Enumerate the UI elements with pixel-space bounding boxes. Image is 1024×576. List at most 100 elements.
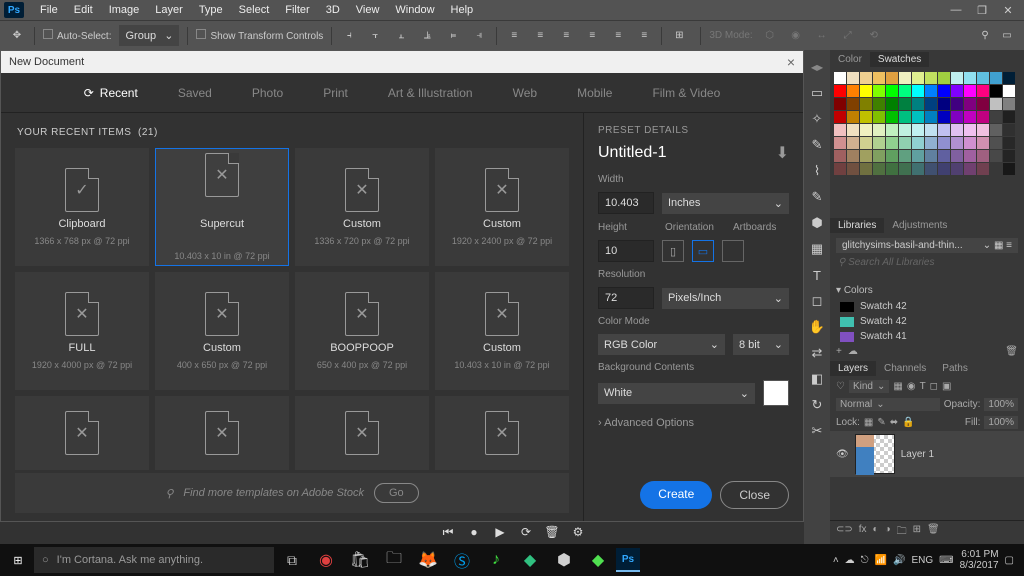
swatch[interactable]: [1003, 150, 1015, 162]
swatch[interactable]: [977, 85, 989, 97]
swatch[interactable]: [886, 98, 898, 110]
swatches-panel[interactable]: [830, 68, 1024, 216]
lasso-icon[interactable]: ⌇: [808, 162, 826, 180]
resolution-input[interactable]: 72: [598, 287, 654, 309]
swatch[interactable]: [873, 150, 885, 162]
save-preset-icon[interactable]: ⬇: [776, 143, 789, 163]
layer-row[interactable]: 👁 Layer 1: [830, 431, 1024, 477]
swatch[interactable]: [847, 137, 859, 149]
close-button[interactable]: ✕: [996, 2, 1020, 18]
swatch[interactable]: [990, 72, 1002, 84]
swatch[interactable]: [860, 85, 872, 97]
preset-card[interactable]: ✕Custom400 x 650 px @ 72 ppi: [155, 272, 289, 390]
library-swatch[interactable]: Swatch 41: [830, 329, 1024, 344]
swatch[interactable]: [860, 98, 872, 110]
swatch[interactable]: [834, 72, 846, 84]
swatch[interactable]: [847, 72, 859, 84]
swatch[interactable]: [873, 163, 885, 175]
distribute-icon[interactable]: ≡: [609, 27, 627, 45]
taskbar-app[interactable]: ◉: [310, 546, 342, 574]
preset-card[interactable]: ✕FULL1920 x 4000 px @ 72 ppi: [15, 272, 149, 390]
filter-kind-dropdown[interactable]: Kind ⌄: [849, 380, 889, 393]
create-button[interactable]: Create: [640, 481, 712, 509]
3d-icon[interactable]: ⤢: [839, 27, 857, 45]
align-icon[interactable]: ⫣: [470, 27, 488, 45]
swatch[interactable]: [847, 85, 859, 97]
taskbar-app[interactable]: 🛍: [344, 546, 376, 574]
distribute-icon[interactable]: ≡: [557, 27, 575, 45]
swatch[interactable]: [873, 85, 885, 97]
swatch[interactable]: [873, 111, 885, 123]
shape-icon[interactable]: ◻: [808, 292, 826, 310]
swatch[interactable]: [925, 98, 937, 110]
swatch[interactable]: [938, 72, 950, 84]
swatch[interactable]: [912, 150, 924, 162]
swatch[interactable]: [990, 85, 1002, 97]
swatch[interactable]: [990, 98, 1002, 110]
swatch[interactable]: [899, 137, 911, 149]
stamp-icon[interactable]: ⬢: [808, 214, 826, 232]
swatch[interactable]: [1003, 85, 1015, 97]
taskbar-photoshop[interactable]: Ps: [616, 548, 640, 572]
swatch[interactable]: [886, 163, 898, 175]
swatch[interactable]: [860, 111, 872, 123]
cortana-search[interactable]: ○ I'm Cortana. Ask me anything.: [34, 547, 274, 573]
bg-color-swatch[interactable]: [763, 380, 789, 406]
swatch[interactable]: [990, 163, 1002, 175]
swatch[interactable]: [977, 150, 989, 162]
swatch[interactable]: [886, 85, 898, 97]
library-swatch[interactable]: Swatch 42: [830, 314, 1024, 329]
dialog-close-icon[interactable]: ×: [787, 54, 795, 70]
preset-card[interactable]: ✕Custom10.403 x 10 in @ 72 ppi: [435, 272, 569, 390]
menu-layer[interactable]: Layer: [147, 4, 191, 16]
link-icon[interactable]: ⊂⊃: [836, 524, 853, 541]
swatch[interactable]: [847, 163, 859, 175]
swatch[interactable]: [912, 124, 924, 136]
swatch[interactable]: [886, 124, 898, 136]
add-icon[interactable]: +: [836, 346, 842, 357]
tab-saved[interactable]: Saved: [178, 86, 212, 100]
align-icon[interactable]: ⫡: [418, 27, 436, 45]
swatch[interactable]: [886, 111, 898, 123]
bg-dropdown[interactable]: White⌄: [598, 383, 755, 404]
swatch[interactable]: [834, 85, 846, 97]
swatch[interactable]: [951, 137, 963, 149]
layer-thumbnail[interactable]: [855, 434, 895, 474]
swatch[interactable]: [912, 163, 924, 175]
minimize-button[interactable]: —: [944, 2, 968, 18]
swatch[interactable]: [834, 163, 846, 175]
swatch[interactable]: [951, 111, 963, 123]
preset-card[interactable]: ✕Supercut10.403 x 10 in @ 72 ppi: [155, 148, 289, 266]
swatch[interactable]: [925, 137, 937, 149]
workspace-icon[interactable]: ▭: [998, 27, 1016, 45]
preset-card[interactable]: ✕Custom1920 x 2400 px @ 72 ppi: [435, 148, 569, 266]
swatch[interactable]: [990, 150, 1002, 162]
resolution-unit-dropdown[interactable]: Pixels/Inch⌄: [662, 288, 789, 309]
bitdepth-dropdown[interactable]: 8 bit⌄: [733, 334, 789, 355]
swatch[interactable]: [1003, 98, 1015, 110]
tab-art[interactable]: Art & Illustration: [388, 86, 473, 100]
swatch[interactable]: [938, 85, 950, 97]
swatch[interactable]: [860, 137, 872, 149]
gear-icon[interactable]: ⚙: [570, 524, 586, 540]
swatch[interactable]: [964, 137, 976, 149]
swatch[interactable]: [938, 98, 950, 110]
distribute-icon[interactable]: ≡: [583, 27, 601, 45]
tab-photo[interactable]: Photo: [252, 86, 283, 100]
tab-film[interactable]: Film & Video: [652, 86, 720, 100]
tab-mobile[interactable]: Mobile: [577, 86, 612, 100]
marquee-icon[interactable]: ▭: [808, 84, 826, 102]
swatch[interactable]: [951, 163, 963, 175]
swatch[interactable]: [1003, 124, 1015, 136]
menu-image[interactable]: Image: [101, 4, 148, 16]
3d-icon[interactable]: ◉: [787, 27, 805, 45]
tray-wifi-icon[interactable]: 📶: [875, 555, 887, 566]
taskbar-app[interactable]: ◆: [514, 546, 546, 574]
colormode-dropdown[interactable]: RGB Color⌄: [598, 334, 725, 355]
swatch[interactable]: [834, 150, 846, 162]
preset-card[interactable]: ✕: [155, 396, 289, 470]
swatch[interactable]: [873, 124, 885, 136]
swatch[interactable]: [873, 72, 885, 84]
mask-icon[interactable]: ◐: [873, 524, 879, 541]
start-button[interactable]: ⊞: [4, 546, 32, 574]
